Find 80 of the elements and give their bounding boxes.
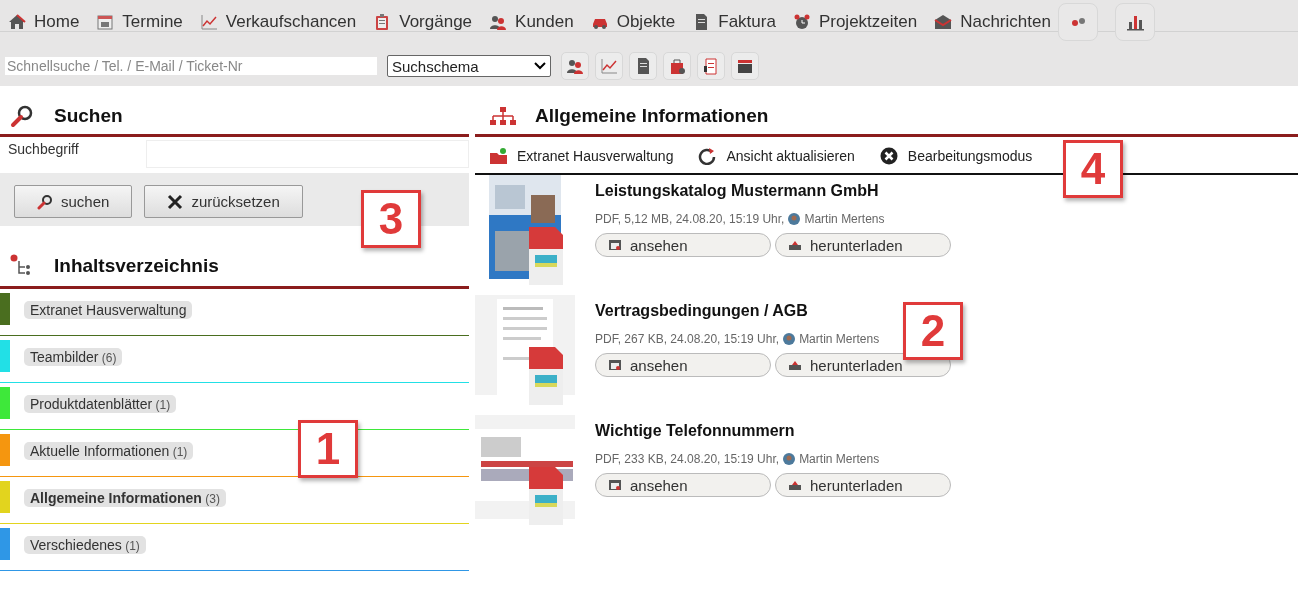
nav-link[interactable]: Projektzeiten <box>792 12 918 32</box>
view-button[interactable]: ansehen <box>595 473 771 497</box>
nav-link[interactable]: Home <box>8 12 80 32</box>
envelope-icon <box>934 13 953 31</box>
avatar-icon <box>783 333 796 345</box>
chevron-down-icon <box>534 62 546 70</box>
reset-button[interactable]: zurücksetzen <box>144 185 303 218</box>
nav-link[interactable]: Objekte <box>590 12 676 32</box>
tray-icon <box>788 359 802 371</box>
toolbar-link[interactable]: Extranet Hausverwaltung <box>489 147 674 165</box>
author-name: Martin Mertens <box>799 332 880 346</box>
tray-icon <box>788 239 802 251</box>
category-link[interactable]: Extranet Hausverwaltung <box>24 301 193 319</box>
category-link[interactable]: Allgemeine Informationen (3) <box>24 489 226 507</box>
author-name: Martin Mertens <box>804 212 885 226</box>
search-button[interactable]: suchen <box>14 185 133 218</box>
nav-link[interactable]: Faktura <box>692 12 776 32</box>
tray-icon <box>788 479 802 491</box>
search-field[interactable]: Schnellsuche / Tel. / E-Mail / Ticket-Nr <box>5 57 377 75</box>
nav-link[interactable]: Verkaufschancen <box>199 12 357 32</box>
nav-link[interactable]: Vorgänge <box>373 12 473 32</box>
window-icon <box>608 239 622 251</box>
download-button[interactable]: herunterladen <box>775 233 951 257</box>
content-title: Allgemeine Informationen <box>535 105 769 127</box>
view-button[interactable]: ansehen <box>595 233 771 257</box>
toolbar-button[interactable] <box>697 52 725 80</box>
download-button[interactable]: herunterladen <box>775 473 951 497</box>
shopping-bag-icon <box>668 57 686 75</box>
category-link[interactable]: Produktdatenblätter (1) <box>24 395 177 413</box>
home-icon <box>8 13 26 31</box>
nav-link[interactable]: Kunden <box>489 12 574 32</box>
form-icon <box>702 57 720 75</box>
callout-number: 3 <box>361 190 421 248</box>
line-chart-icon <box>600 57 618 75</box>
document-title: Leistungskatalog Mustermann GmbH <box>595 182 879 200</box>
document-meta: PDF, 5,12 MB, 24.08.20, 15:19 Uhr, <box>595 212 785 226</box>
avatar-icon <box>783 453 796 465</box>
bar-chart-button[interactable] <box>1114 3 1155 41</box>
window-icon <box>608 359 622 371</box>
toolbar-link[interactable]: Bearbeitungsmodus <box>879 147 1033 165</box>
document-title: Vertragsbedingungen / AGB <box>595 302 808 320</box>
alarm-clock-icon <box>792 13 811 31</box>
download-button[interactable]: herunterladen <box>775 353 951 377</box>
nav-link[interactable]: Termine <box>96 12 183 32</box>
category-link[interactable]: Teambilder (6) <box>24 348 123 366</box>
toolbar-button[interactable] <box>663 52 691 80</box>
archive-box-icon <box>736 57 754 75</box>
sitemap-icon <box>489 106 517 126</box>
view-button[interactable]: ansehen <box>595 353 771 377</box>
panel-title: Suchen <box>54 105 123 127</box>
window-icon <box>608 479 622 491</box>
toolbar-button[interactable] <box>561 52 589 80</box>
toolbar-button[interactable] <box>731 52 759 80</box>
refresh-icon <box>698 147 717 165</box>
callout-number: 4 <box>1063 140 1123 198</box>
nav-link[interactable]: Nachrichten <box>934 12 1051 32</box>
document-title: Wichtige Telefonnummern <box>595 422 795 440</box>
search-icon <box>37 193 53 210</box>
document-meta: PDF, 267 KB, 24.08.20, 15:19 Uhr, <box>595 332 780 346</box>
schema-dropdown[interactable]: Suchschema <box>387 55 551 77</box>
panel-title: Inhaltsverzeichnis <box>54 255 219 277</box>
folder-plus-icon <box>489 147 507 165</box>
toolbar-link[interactable]: Ansicht aktualisieren <box>698 147 855 165</box>
field-label: Suchbegriff <box>7 140 80 157</box>
toolbar-button[interactable] <box>629 52 657 80</box>
category-link[interactable]: Verschiedenes (1) <box>24 536 146 554</box>
close-circle-icon <box>879 147 898 165</box>
dots-button[interactable] <box>1057 3 1098 41</box>
users-icon <box>489 13 508 31</box>
callout-number: 2 <box>903 302 963 360</box>
category-link[interactable]: Aktuelle Informationen (1) <box>24 442 194 460</box>
callout-number: 1 <box>298 420 358 478</box>
bar-chart-icon <box>1125 13 1144 31</box>
users-icon <box>566 57 584 75</box>
search-icon <box>10 104 34 128</box>
close-icon <box>167 193 184 210</box>
document-meta: PDF, 233 KB, 24.08.20, 15:19 Uhr, <box>595 452 780 466</box>
author-name: Martin Mertens <box>799 452 880 466</box>
line-chart-icon <box>199 13 218 31</box>
avatar-icon <box>788 213 801 225</box>
